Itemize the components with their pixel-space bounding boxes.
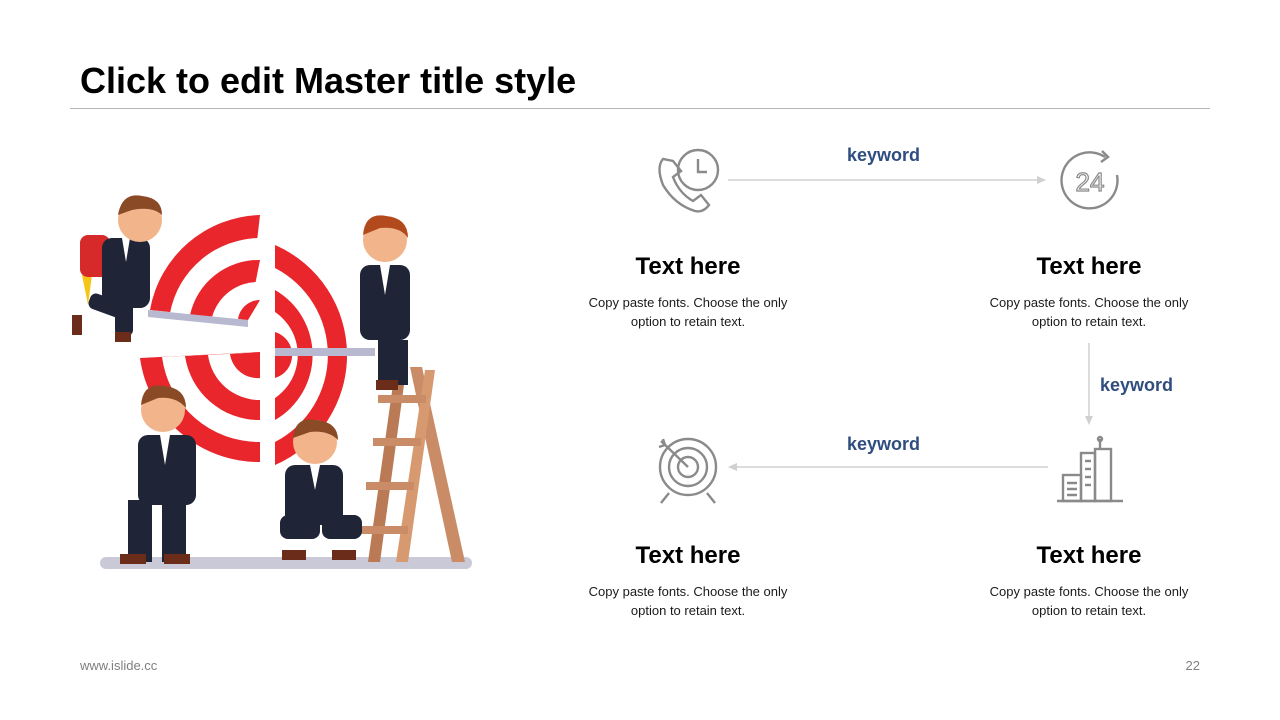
footer-url: www.islide.cc bbox=[80, 658, 158, 673]
block-body-line: option to retain text. bbox=[630, 314, 746, 329]
businessman-on-ladder bbox=[360, 215, 410, 390]
page-number: 22 bbox=[1185, 658, 1200, 673]
arrow-top-right bbox=[728, 176, 1046, 184]
block-body-line: Copy paste fonts. Choose the only bbox=[989, 584, 1189, 599]
block-body[interactable]: Copy paste fonts. Choose the only option… bbox=[969, 582, 1209, 620]
ladder-icon bbox=[360, 367, 465, 562]
block-body[interactable]: Copy paste fonts. Choose the only option… bbox=[568, 582, 808, 620]
block-body-line: Copy paste fonts. Choose the only bbox=[588, 295, 788, 310]
block-body-line: option to retain text. bbox=[1031, 603, 1147, 618]
block-body-line: Copy paste fonts. Choose the only bbox=[989, 295, 1189, 310]
text-block-top-right: Text here Copy paste fonts. Choose the o… bbox=[969, 253, 1209, 331]
businessman-bottom-left bbox=[120, 385, 196, 564]
title-divider bbox=[70, 108, 1210, 109]
block-heading[interactable]: Text here bbox=[969, 542, 1209, 570]
block-body-line: option to retain text. bbox=[1031, 314, 1147, 329]
keyword-top[interactable]: keyword bbox=[847, 145, 920, 166]
arrow-bottom-left bbox=[728, 463, 1048, 471]
svg-text:24: 24 bbox=[1076, 167, 1105, 197]
target-icon bbox=[658, 437, 718, 504]
block-heading[interactable]: Text here bbox=[568, 253, 808, 281]
arrow-down bbox=[1085, 343, 1093, 425]
team-target-illustration bbox=[72, 195, 472, 569]
block-heading[interactable]: Text here bbox=[969, 253, 1209, 281]
block-body-line: option to retain text. bbox=[630, 603, 746, 618]
block-body[interactable]: Copy paste fonts. Choose the only option… bbox=[568, 293, 808, 331]
keyword-right[interactable]: keyword bbox=[1100, 375, 1173, 396]
building-icon bbox=[1057, 435, 1123, 503]
text-block-bottom-right: Text here Copy paste fonts. Choose the o… bbox=[969, 542, 1209, 620]
keyword-bottom[interactable]: keyword bbox=[847, 434, 920, 455]
slide-title[interactable]: Click to edit Master title style bbox=[80, 60, 576, 102]
text-block-top-left: Text here Copy paste fonts. Choose the o… bbox=[568, 253, 808, 331]
target-piece-top-left bbox=[148, 215, 260, 327]
clock-24-icon: 24 bbox=[1060, 150, 1119, 210]
block-heading[interactable]: Text here bbox=[568, 542, 808, 570]
block-body-line: Copy paste fonts. Choose the only bbox=[588, 584, 788, 599]
businessman-jetpack bbox=[72, 195, 162, 342]
block-body[interactable]: Copy paste fonts. Choose the only option… bbox=[969, 293, 1209, 331]
text-block-bottom-left: Text here Copy paste fonts. Choose the o… bbox=[568, 542, 808, 620]
phone-clock-icon bbox=[658, 148, 720, 213]
